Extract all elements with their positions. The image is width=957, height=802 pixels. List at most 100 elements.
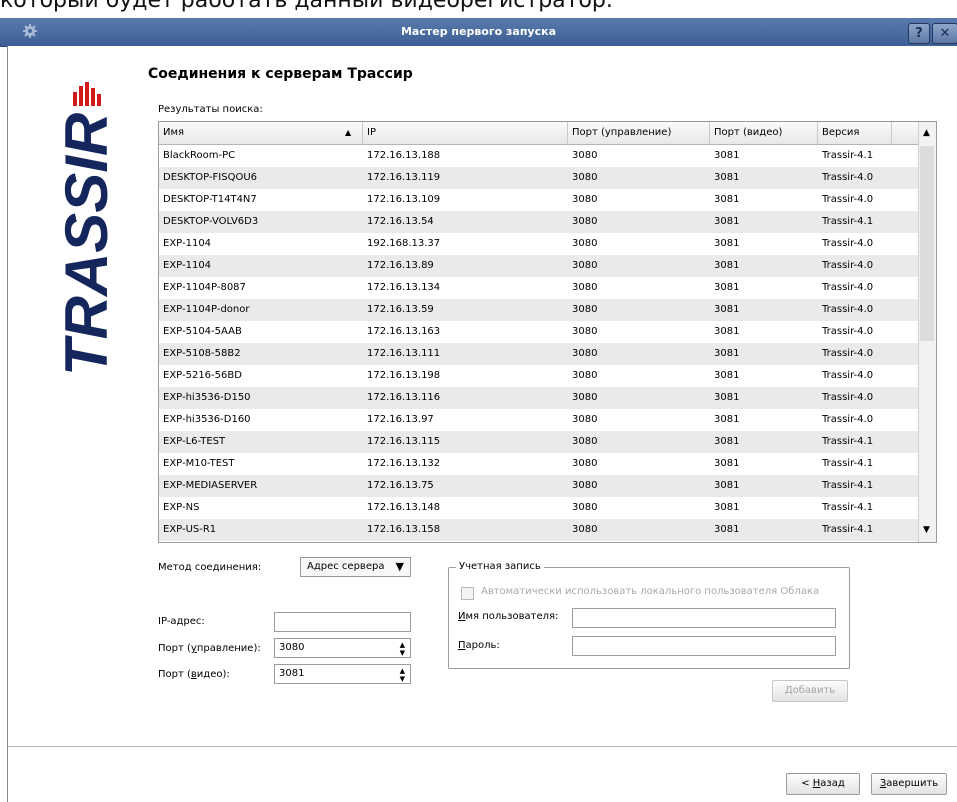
table-row[interactable]: DESKTOP-FISQOU6 172.16.13.119 3080 3081 Tras…	[159, 167, 919, 189]
page-title: Соединения к серверам Трассир	[148, 66, 413, 82]
cell-name: EXP-M10-TEST	[163, 458, 235, 469]
window-title: Мастер первого запуска	[400, 25, 556, 38]
cell-name: DESKTOP-T14T4N7	[163, 194, 257, 205]
cell-video-port: 3081	[714, 392, 740, 403]
cell-name: EXP-MEDIASERVER	[163, 480, 258, 491]
cell-video-port: 3081	[714, 348, 740, 359]
cell-video-port: 3081	[714, 282, 740, 293]
cell-version: Trassir-4.0	[822, 326, 874, 337]
cell-video-port: 3081	[714, 524, 740, 535]
logo-text: TRASSIR	[55, 113, 115, 376]
table-row[interactable]: EXP-hi3536-D150 172.16.13.116 3080 3081 Tras…	[159, 387, 919, 409]
table-row[interactable]: BlackRoom-PC 172.16.13.188 3080 3081 Trassir…	[159, 145, 919, 167]
trassir-logo: TRASSIR	[53, 78, 120, 378]
cell-name: EXP-1104	[163, 260, 212, 271]
decrement-icon[interactable]: ▼	[400, 675, 405, 683]
auto-cloud-user-label: Автоматически использовать локального по…	[481, 586, 820, 597]
ip-address-input[interactable]	[274, 612, 411, 632]
cell-name: EXP-5104-5AAB	[163, 326, 242, 337]
finish-button[interactable]: Завершить	[871, 773, 947, 795]
control-port-stepper[interactable]: 3080 ▲ ▼	[274, 638, 411, 658]
cell-name: EXP-1104P-donor	[163, 304, 250, 315]
column-header-video-port[interactable]: Порт (видео)	[710, 122, 818, 144]
cell-control-port: 3080	[572, 282, 598, 293]
cell-name: EXP-hi3536-D150	[163, 392, 251, 403]
video-port-stepper[interactable]: 3081 ▲ ▼	[274, 664, 411, 684]
cell-control-port: 3080	[572, 216, 598, 227]
scroll-down-icon[interactable]: ▼	[923, 525, 930, 535]
cell-control-port: 3080	[572, 348, 598, 359]
cell-ip: 172.16.13.109	[367, 194, 441, 205]
password-input[interactable]	[572, 636, 836, 656]
back-button[interactable]: < Назад	[786, 773, 860, 795]
scrollbar-thumb[interactable]	[920, 146, 934, 341]
cell-control-port: 3080	[572, 304, 598, 315]
column-header-control-port[interactable]: Порт (управление)	[568, 122, 710, 144]
cell-version: Trassir-4.0	[822, 414, 874, 425]
servers-table[interactable]: Имя ▲ IP Порт (управление) Порт (видео) В…	[158, 121, 937, 543]
cell-name: DESKTOP-FISQOU6	[163, 172, 258, 183]
cell-ip: 172.16.13.163	[367, 326, 441, 337]
connection-method-select[interactable]: Адрес сервера ▼	[300, 557, 411, 577]
table-row[interactable]: EXP-hi3536-D160 172.16.13.97 3080 3081 Trass…	[159, 409, 919, 431]
cell-control-port: 3080	[572, 150, 598, 161]
connection-method-label: Метод соединения:	[158, 562, 262, 573]
password-label: Пароль:	[458, 640, 500, 651]
cell-ip: 172.16.13.132	[367, 458, 441, 469]
table-row[interactable]: EXP-1104 192.168.13.37 3080 3081 Trassir-4.0	[159, 233, 919, 255]
table-row[interactable]: DESKTOP-T14T4N7 172.16.13.109 3080 3081 Tras…	[159, 189, 919, 211]
cell-version: Trassir-4.0	[822, 304, 874, 315]
cell-video-port: 3081	[714, 304, 740, 315]
close-button[interactable]: ✕	[932, 23, 957, 44]
help-button[interactable]: ?	[908, 23, 930, 44]
cell-video-port: 3081	[714, 436, 740, 447]
cell-ip: 172.16.13.134	[367, 282, 441, 293]
connection-method-value: Адрес сервера	[307, 561, 385, 572]
cell-control-port: 3080	[572, 480, 598, 491]
table-row[interactable]: EXP-1104P-donor 172.16.13.59 3080 3081 Trass…	[159, 299, 919, 321]
cell-version: Trassir-4.1	[822, 436, 874, 447]
cell-video-port: 3081	[714, 172, 740, 183]
cell-ip: 172.16.13.198	[367, 370, 441, 381]
video-port-value: 3081	[279, 668, 305, 679]
table-row[interactable]: EXP-L6-TEST 172.16.13.115 3080 3081 Trassir-…	[159, 431, 919, 453]
scroll-up-icon[interactable]: ▲	[923, 128, 930, 138]
column-header-name[interactable]: Имя ▲	[159, 122, 363, 144]
decrement-icon[interactable]: ▼	[400, 649, 405, 657]
cell-version: Trassir-4.0	[822, 348, 874, 359]
table-scrollbar[interactable]: ▲ ▼	[918, 122, 936, 542]
table-row[interactable]: EXP-US-R1 172.16.13.158 3080 3081 Trassir-4.…	[159, 519, 919, 541]
cell-video-port: 3081	[714, 238, 740, 249]
table-row[interactable]: EXP-5216-56BD 172.16.13.198 3080 3081 Trassi…	[159, 365, 919, 387]
increment-icon[interactable]: ▲	[400, 641, 405, 649]
cell-control-port: 3080	[572, 436, 598, 447]
cell-name: EXP-hi3536-D160	[163, 414, 251, 425]
video-port-label: Порт (видео):	[158, 669, 230, 680]
table-row[interactable]: EXP-1104 172.16.13.89 3080 3081 Trassir-4.0	[159, 255, 919, 277]
cell-control-port: 3080	[572, 458, 598, 469]
add-button[interactable]: Добавить	[772, 680, 848, 702]
control-port-value: 3080	[279, 642, 305, 653]
table-body: BlackRoom-PC 172.16.13.188 3080 3081 Trassir…	[159, 145, 919, 541]
table-row[interactable]: EXP-M10-TEST 172.16.13.132 3080 3081 Trassir…	[159, 453, 919, 475]
table-row[interactable]: EXP-5108-58B2 172.16.13.111 3080 3081 Trassi…	[159, 343, 919, 365]
cell-version: Trassir-4.0	[822, 194, 874, 205]
table-row[interactable]: EXP-1104P-8087 172.16.13.134 3080 3081 Trass…	[159, 277, 919, 299]
cell-ip: 172.16.13.59	[367, 304, 434, 315]
auto-cloud-user-checkbox[interactable]	[461, 587, 474, 600]
table-row[interactable]: EXP-MEDIASERVER 172.16.13.75 3080 3081 Trass…	[159, 475, 919, 497]
table-row[interactable]: DESKTOP-VOLV6D3 172.16.13.54 3080 3081 Trass…	[159, 211, 919, 233]
column-header-version[interactable]: Версия	[818, 122, 892, 144]
username-input[interactable]	[572, 608, 836, 628]
table-row[interactable]: EXP-5104-5AAB 172.16.13.163 3080 3081 Trassi…	[159, 321, 919, 343]
chevron-down-icon: ▼	[395, 560, 404, 573]
cell-version: Trassir-4.0	[822, 238, 874, 249]
cell-ip: 172.16.13.115	[367, 436, 441, 447]
increment-icon[interactable]: ▲	[400, 667, 405, 675]
cell-name: EXP-US-R1	[163, 524, 217, 535]
cell-version: Trassir-4.0	[822, 172, 874, 183]
cell-control-port: 3080	[572, 194, 598, 205]
column-header-ip[interactable]: IP	[363, 122, 568, 144]
table-row[interactable]: EXP-NS 172.16.13.148 3080 3081 Trassir-4.1	[159, 497, 919, 519]
cell-version: Trassir-4.1	[822, 216, 874, 227]
